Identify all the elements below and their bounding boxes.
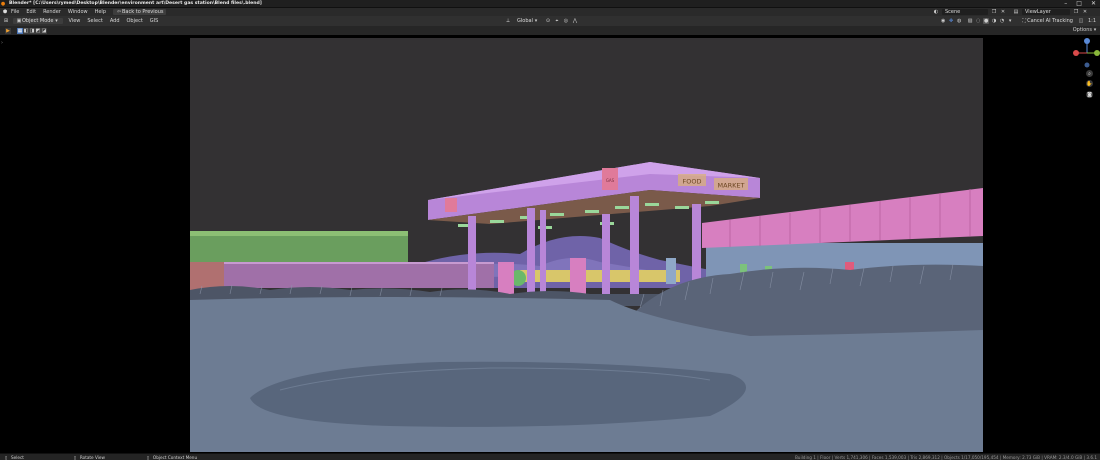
pivot-icon[interactable]: ⊙ — [545, 18, 551, 24]
back-to-previous-button[interactable]: ⇦ Back to Previous — [113, 9, 167, 15]
snap-icon[interactable]: ⌖ — [554, 18, 560, 24]
3d-viewport[interactable]: › FOOD MARKET GAS ⌕ ✋ ◙ — [0, 35, 1100, 453]
status-bar: ▯ Select ▯ Rotate View ▯ Object Context … — [0, 453, 1100, 460]
gizmo-icon[interactable]: ✥ — [948, 18, 954, 24]
zoom-label: 1:1 — [1087, 18, 1096, 24]
pan-view-icon[interactable]: ✋ — [1086, 80, 1093, 87]
zoom-view-icon[interactable]: ⌕ — [1086, 70, 1093, 77]
menu-select[interactable]: Select — [87, 18, 102, 24]
view-layer-selector[interactable]: ViewLayer — [1022, 9, 1070, 15]
canopy-badge-text: GAS — [606, 178, 615, 183]
camera-icon[interactable]: ◫ — [1078, 18, 1084, 24]
title-bar: ● Blender* [C:\Users\rymed\Desktop\Blend… — [0, 0, 1100, 8]
back-to-previous-label: Back to Previous — [122, 9, 164, 15]
chevron-down-icon: ▾ — [534, 18, 538, 24]
blender-menu-icon[interactable]: ⬢ — [2, 9, 8, 15]
scene-icon[interactable]: ◐ — [933, 9, 939, 15]
red-shed — [190, 262, 226, 290]
orientation-icon: ⟂ — [506, 18, 510, 24]
status-rotate: Rotate View — [79, 454, 105, 460]
minimize-icon[interactable]: – — [1064, 0, 1067, 7]
options-menu[interactable]: Options — [1073, 27, 1092, 33]
view-layer-copy-icon[interactable]: ❐ — [1073, 9, 1079, 15]
pink-wall-left — [224, 262, 494, 288]
scene-name: Scene — [945, 9, 961, 15]
chevron-down-icon: ▾ — [55, 18, 58, 24]
solid-shading-icon[interactable]: ● — [983, 18, 990, 24]
menu-edit[interactable]: Edit — [26, 9, 36, 15]
visibility-icon[interactable]: ◉ — [940, 18, 946, 24]
menu-add[interactable]: Add — [110, 18, 120, 24]
wireframe-shading-icon[interactable]: ◌ — [975, 18, 981, 24]
scene-render: FOOD MARKET GAS — [190, 38, 983, 452]
mouse-middle-icon: ▯ — [73, 454, 77, 460]
rendered-shading-icon[interactable]: ◔ — [999, 18, 1005, 24]
sign-market: MARKET — [718, 182, 745, 190]
mode-selector[interactable]: ▣ Object Mode ▾ — [13, 18, 63, 24]
green-building — [190, 234, 408, 264]
menu-object[interactable]: Object — [127, 18, 143, 24]
editor-type-icon[interactable]: ⊞ — [3, 18, 9, 24]
falloff-icon[interactable]: ⋀ — [572, 18, 578, 24]
close-icon[interactable]: ✕ — [1091, 0, 1096, 7]
ai-tracking-label: Cancel AI Tracking — [1027, 18, 1073, 24]
view-layer-name: ViewLayer — [1025, 9, 1051, 15]
navigation-gizmo[interactable]: ⌕ ✋ ◙ — [1070, 35, 1100, 105]
mouse-left-icon: ▯ — [4, 454, 8, 460]
axis-gizmo[interactable] — [1070, 35, 1100, 71]
sidebar-toggle-arrow[interactable]: › — [1, 40, 3, 46]
mode-label: Object Mode — [22, 18, 54, 24]
window-title: Blender* [C:\Users\rymed\Desktop\Blender… — [9, 1, 262, 6]
blender-logo-icon: ● — [0, 0, 6, 7]
menu-gis[interactable]: GIS — [150, 18, 159, 24]
xray-icon[interactable]: ▧ — [967, 18, 973, 24]
scene-copy-icon[interactable]: ❐ — [991, 9, 997, 15]
menu-bar: ⬢ File Edit Render Window Help ⇦ Back to… — [0, 8, 1100, 16]
scene-statistics: Building 1 | Floor | Verts 1,741,306 | F… — [794, 454, 1097, 460]
camera-view[interactable]: FOOD MARKET GAS — [190, 38, 983, 452]
play-icon[interactable]: ▶ — [5, 27, 11, 34]
menu-view[interactable]: View — [69, 18, 81, 24]
mouse-right-icon: ▯ — [146, 454, 150, 460]
status-select: Select — [11, 454, 24, 460]
ai-tracking-button[interactable]: ⛶ Cancel AI Tracking — [1018, 18, 1076, 24]
material-shading-icon[interactable]: ◑ — [991, 18, 997, 24]
menu-file[interactable]: File — [11, 9, 19, 15]
menu-render[interactable]: Render — [43, 9, 61, 15]
orientation-selector[interactable]: Global ▾ — [514, 18, 542, 24]
camera-view-icon[interactable]: ◙ — [1086, 91, 1093, 98]
maximize-icon[interactable]: □ — [1076, 0, 1082, 7]
canopy-badge — [445, 198, 457, 212]
scene-selector[interactable]: Scene — [942, 9, 988, 15]
status-context: Object Context Menu — [152, 454, 198, 460]
proportional-edit-icon[interactable]: ◎ — [563, 18, 569, 24]
chevron-down-icon: ▾ — [1093, 27, 1097, 33]
scene-remove-icon[interactable]: ✕ — [1000, 9, 1006, 15]
menu-help[interactable]: Help — [95, 9, 106, 15]
sign-food: FOOD — [683, 178, 702, 186]
overlay-icon[interactable]: ◍ — [956, 18, 962, 24]
select-intersect-icon[interactable]: ◪ — [41, 27, 47, 34]
view-layer-icon[interactable]: ▤ — [1013, 9, 1019, 15]
view-layer-remove-icon[interactable]: ✕ — [1082, 9, 1088, 15]
shading-options-icon[interactable]: ▾ — [1007, 18, 1013, 24]
orientation-label: Global — [517, 18, 533, 24]
viewport-header: ⊞ ▣ Object Mode ▾ View Select Add Object… — [0, 16, 1100, 26]
menu-window[interactable]: Window — [68, 9, 88, 15]
tool-settings-row: ▶ ▦ ◧ ◨ ◩ ◪ Options ▾ — [0, 26, 1100, 35]
